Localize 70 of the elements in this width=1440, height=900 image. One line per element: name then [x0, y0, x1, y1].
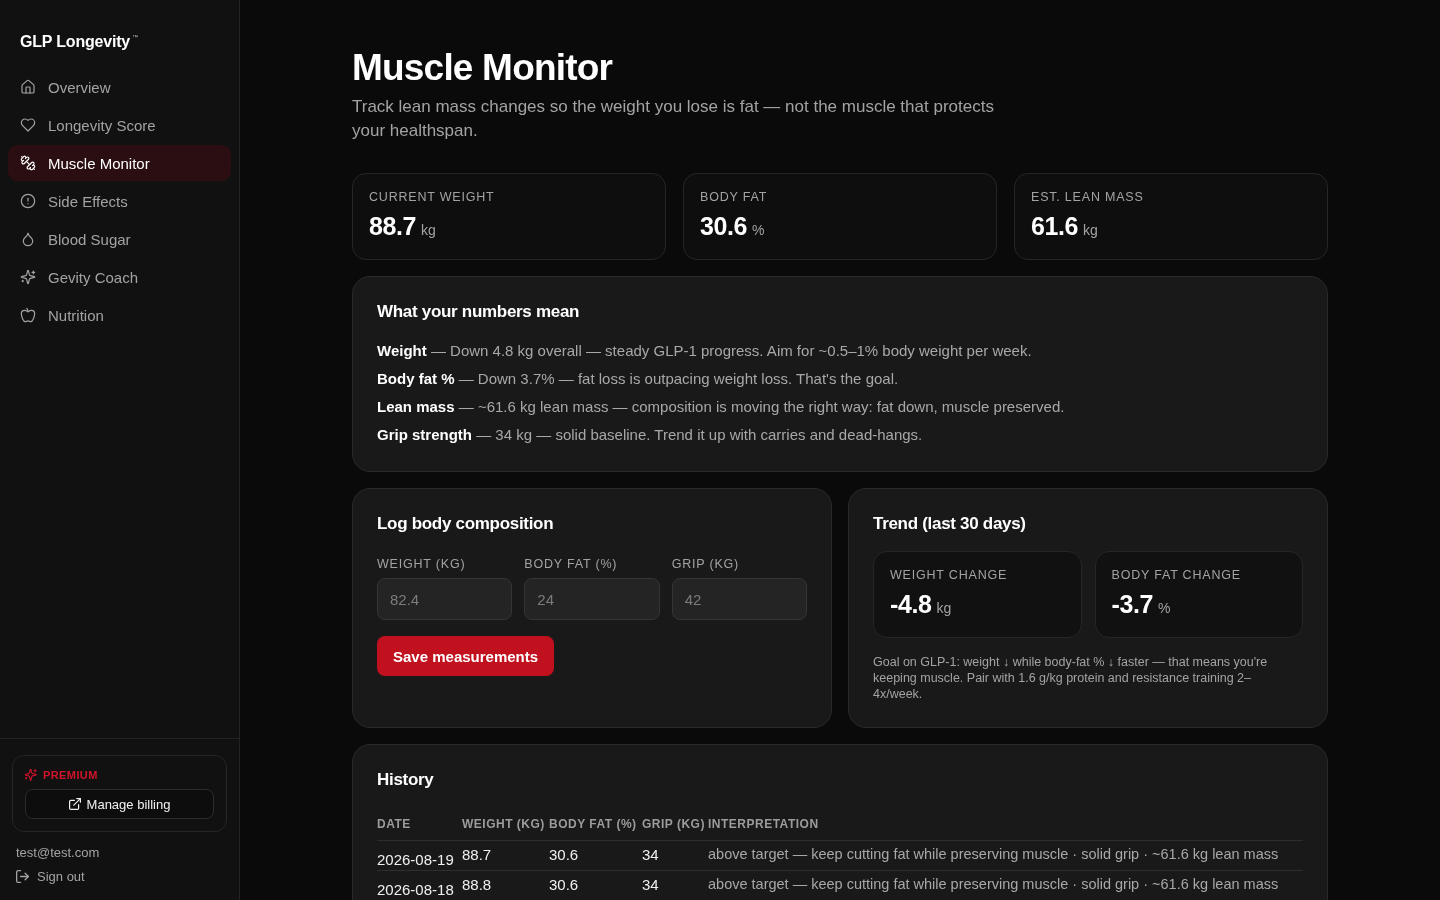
- dumbbell-icon: [20, 155, 36, 171]
- save-button[interactable]: Save measurements: [377, 636, 555, 676]
- log-out-icon: [16, 870, 29, 883]
- meaning-text: Lean mass — ~61.6 kg lean mass — composition is moving the right way: fat down, muscle preserved.: [377, 397, 1065, 417]
- stat-value: 88.7: [369, 212, 417, 241]
- stat-unit: kg: [421, 222, 436, 238]
- nav-item[interactable]: Nutrition: [8, 297, 231, 333]
- apple-icon: [20, 307, 36, 323]
- stat-value: -4.8: [890, 590, 932, 619]
- card-title: Trend (last 30 days): [873, 513, 1026, 535]
- field-label: WEIGHT (KG): [377, 557, 466, 571]
- stat-label: BODY FAT: [700, 190, 768, 204]
- nav-item[interactable]: Overview: [8, 69, 231, 105]
- account-email: test@test.com: [16, 845, 100, 860]
- card-title: History: [377, 769, 434, 791]
- page-subtitle: Track lean mass changes so the weight you lose is fat — not the muscle that protects your healthspan.: [352, 96, 995, 142]
- table-cell-text: 30.6: [549, 845, 579, 865]
- stat-unit: %: [1158, 600, 1171, 616]
- nav-item[interactable]: Longevity Score: [8, 107, 231, 143]
- plan-label: PREMIUM: [43, 769, 98, 781]
- stat-unit: %: [752, 222, 765, 238]
- nav-item[interactable]: Gevity Coach: [8, 259, 231, 295]
- nav-item[interactable]: Side Effects: [8, 183, 231, 219]
- alert-circle-icon: [20, 193, 36, 209]
- meaning-text: Grip strength — 34 kg — solid baseline. Trend it up with carries and dead-hangs.: [377, 425, 923, 445]
- input-field[interactable]: 24: [524, 578, 660, 620]
- table-cell-text: 2026-08-19: [377, 850, 454, 870]
- meaning-text: Weight — Down 4.8 kg overall — steady GLP-1 progress. Aim for ~0.5–1% body weight per week.: [377, 341, 1032, 361]
- field-label: GRIP (KG): [671, 557, 740, 571]
- stat-value: 30.6: [700, 212, 748, 241]
- external-link-icon: [68, 798, 81, 810]
- stat-unit: kg: [936, 600, 952, 616]
- stat-label: BODY FAT CHANGE: [1111, 568, 1241, 582]
- table-cell-text: 34: [642, 875, 659, 895]
- nav-item[interactable]: Muscle Monitor: [8, 145, 231, 181]
- table-cell-text: 2026-08-18: [377, 880, 454, 900]
- stat-label: CURRENT WEIGHT: [369, 190, 495, 204]
- stat-value: -3.7: [1111, 590, 1153, 619]
- stat-label: EST. LEAN MASS: [1031, 190, 1144, 204]
- app-logo: GLP Longevity$^{™}$: [20, 32, 138, 52]
- stat-unit: kg: [1083, 222, 1098, 238]
- droplet-icon: [20, 231, 36, 247]
- table-cell-text: above target — keep cutting fat while preserving muscle · solid grip · ~61.6 kg lean mass: [708, 845, 1279, 864]
- meaning-text: Body fat % — Down 3.7% — fat loss is outpacing weight loss. That's the goal.: [377, 369, 899, 389]
- table-cell-text: above target — keep cutting fat while preserving muscle · solid grip · ~61.6 kg lean mass: [708, 875, 1279, 894]
- trend-note: Goal on GLP-1: weight ↓ while body-fat % ↓ faster — that means you're keeping muscle. Pair with 1.6 g/kg protein and resistance training 2–4x/week.: [873, 654, 1269, 702]
- card-title: What your numbers mean: [377, 301, 580, 323]
- column-header: WEIGHT (KG): [462, 817, 545, 831]
- field-label: BODY FAT (%): [524, 557, 618, 571]
- table-cell-text: 30.6: [549, 875, 579, 895]
- table-cell-text: 34: [642, 845, 659, 865]
- column-header: DATE: [377, 817, 411, 831]
- sparkles-icon: [20, 269, 36, 285]
- input-field[interactable]: 82.4: [377, 578, 513, 620]
- sparkles-icon: [25, 769, 37, 781]
- manage-billing-button[interactable]: Manage billing: [25, 789, 214, 819]
- heart-icon: [20, 117, 36, 133]
- stat-value: 61.6: [1031, 212, 1079, 241]
- home-icon: [20, 79, 36, 95]
- sign-out-link[interactable]: Sign out: [16, 869, 85, 884]
- input-field[interactable]: 42: [671, 578, 807, 620]
- card-title: Log body composition: [377, 513, 554, 535]
- table-cell-text: 88.7: [462, 845, 492, 865]
- stat-label: WEIGHT CHANGE: [890, 568, 1008, 582]
- column-header: INTERPRETATION: [708, 817, 819, 831]
- column-header: BODY FAT (%): [549, 817, 637, 831]
- nav-item[interactable]: Blood Sugar: [8, 221, 231, 257]
- table-cell-text: 88.8: [462, 875, 492, 895]
- column-header: GRIP (KG): [642, 817, 705, 831]
- page-title: Muscle Monitor: [352, 46, 613, 90]
